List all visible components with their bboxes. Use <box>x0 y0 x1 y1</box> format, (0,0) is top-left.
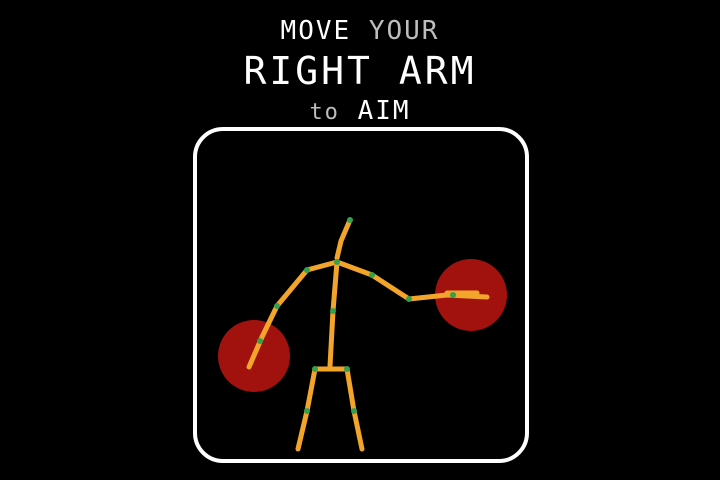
aim-instructions: MOVE YOUR RIGHT ARM to AIM <box>0 14 720 124</box>
skeleton-neck <box>334 217 353 261</box>
joint-left-hip <box>312 366 318 372</box>
joint-right-wrist <box>450 292 456 298</box>
joint-left-shoulder <box>304 267 310 273</box>
joint-left-knee <box>304 408 310 414</box>
instruction-word-move: MOVE <box>280 16 352 46</box>
joint-head <box>347 217 353 223</box>
skeleton-spine <box>327 259 340 369</box>
joint-right-hip <box>344 366 350 372</box>
skeleton-shoulders <box>304 259 375 278</box>
instruction-word-to: to <box>309 100 340 125</box>
joint-left-elbow <box>274 303 280 309</box>
joint-neck <box>334 259 340 265</box>
joint-right-knee <box>351 408 357 414</box>
instruction-word-your: YOUR <box>368 16 440 46</box>
joint-spine <box>330 308 336 314</box>
stick-figure-icon <box>246 217 490 452</box>
joint-right-elbow <box>406 296 412 302</box>
instruction-word-aim: AIM <box>357 96 411 126</box>
joint-left-wrist <box>257 338 263 344</box>
joint-right-shoulder <box>369 272 375 278</box>
skeleton-view <box>218 217 507 452</box>
skeleton-joints <box>257 217 456 414</box>
skeleton-tracking-frame <box>193 127 529 463</box>
instruction-line-3: to AIM <box>0 98 720 124</box>
instruction-line-2: RIGHT ARM <box>243 49 477 93</box>
instruction-line-1: MOVE YOUR <box>0 18 720 44</box>
